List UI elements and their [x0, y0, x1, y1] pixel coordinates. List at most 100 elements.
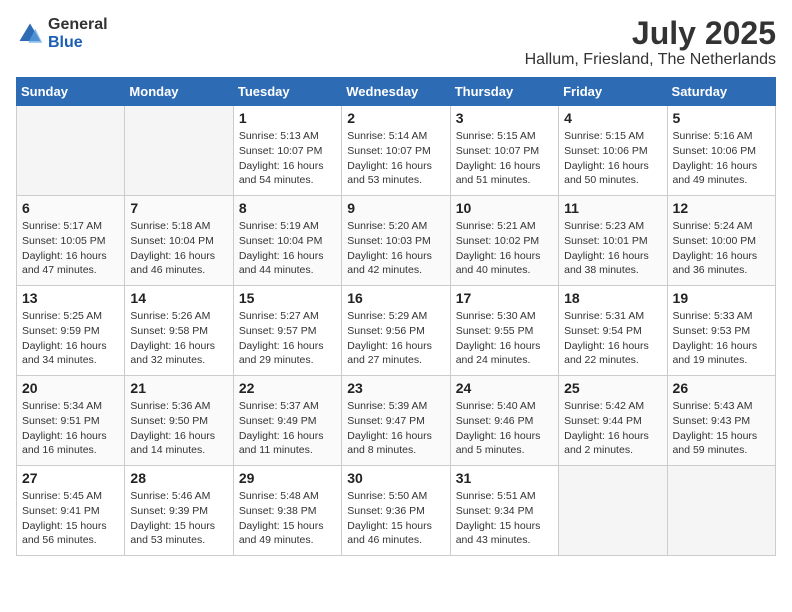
day-number: 13	[22, 290, 119, 306]
day-number: 10	[456, 200, 553, 216]
calendar-table: SundayMondayTuesdayWednesdayThursdayFrid…	[16, 77, 776, 556]
weekday-header: Thursday	[450, 78, 558, 106]
calendar-week-row: 20 Sunrise: 5:34 AM Sunset: 9:51 PM Dayli…	[17, 376, 776, 466]
calendar-cell: 20 Sunrise: 5:34 AM Sunset: 9:51 PM Dayli…	[17, 376, 125, 466]
day-number: 6	[22, 200, 119, 216]
day-number: 26	[673, 380, 770, 396]
calendar-cell: 30Sunrise: 5:50 AM Sunset: 9:36 PM Dayli…	[342, 466, 450, 556]
calendar-week-row: 1Sunrise: 5:13 AM Sunset: 10:07 PM Dayli…	[17, 106, 776, 196]
day-info: Sunrise: 5:25 AM Sunset: 9:59 PM Dayligh…	[22, 309, 119, 368]
logo: General Blue	[16, 16, 108, 51]
day-number: 2	[347, 110, 444, 126]
day-number: 21	[130, 380, 227, 396]
logo-icon	[16, 20, 44, 48]
calendar-cell: 25 Sunrise: 5:42 AM Sunset: 9:44 PM Dayli…	[559, 376, 667, 466]
calendar-cell: 29Sunrise: 5:48 AM Sunset: 9:38 PM Dayli…	[233, 466, 341, 556]
calendar-cell	[17, 106, 125, 196]
month-title: July 2025	[525, 16, 776, 51]
weekday-header: Tuesday	[233, 78, 341, 106]
calendar-cell: 16 Sunrise: 5:29 AM Sunset: 9:56 PM Dayli…	[342, 286, 450, 376]
day-number: 28	[130, 470, 227, 486]
day-info: Sunrise: 5:17 AM Sunset: 10:05 PM Daylig…	[22, 219, 119, 278]
day-number: 16	[347, 290, 444, 306]
day-number: 7	[130, 200, 227, 216]
day-info: Sunrise: 5:51 AM Sunset: 9:34 PM Dayligh…	[456, 489, 553, 548]
calendar-cell: 13 Sunrise: 5:25 AM Sunset: 9:59 PM Dayli…	[17, 286, 125, 376]
day-number: 20	[22, 380, 119, 396]
calendar-cell: 21 Sunrise: 5:36 AM Sunset: 9:50 PM Dayli…	[125, 376, 233, 466]
calendar-cell: 3 Sunrise: 5:15 AM Sunset: 10:07 PM Dayli…	[450, 106, 558, 196]
page-header: General Blue July 2025 Hallum, Friesland…	[16, 16, 776, 69]
day-info: Sunrise: 5:45 AM Sunset: 9:41 PM Dayligh…	[22, 489, 119, 548]
day-info: Sunrise: 5:29 AM Sunset: 9:56 PM Dayligh…	[347, 309, 444, 368]
calendar-cell: 17 Sunrise: 5:30 AM Sunset: 9:55 PM Dayli…	[450, 286, 558, 376]
day-info: Sunrise: 5:23 AM Sunset: 10:01 PM Daylig…	[564, 219, 661, 278]
calendar-cell: 27Sunrise: 5:45 AM Sunset: 9:41 PM Dayli…	[17, 466, 125, 556]
weekday-header: Saturday	[667, 78, 775, 106]
calendar-cell: 26 Sunrise: 5:43 AM Sunset: 9:43 PM Dayli…	[667, 376, 775, 466]
day-number: 4	[564, 110, 661, 126]
calendar-cell: 5 Sunrise: 5:16 AM Sunset: 10:06 PM Dayli…	[667, 106, 775, 196]
day-info: Sunrise: 5:40 AM Sunset: 9:46 PM Dayligh…	[456, 399, 553, 458]
calendar-cell: 6 Sunrise: 5:17 AM Sunset: 10:05 PM Dayli…	[17, 196, 125, 286]
day-info: Sunrise: 5:30 AM Sunset: 9:55 PM Dayligh…	[456, 309, 553, 368]
calendar-cell: 7 Sunrise: 5:18 AM Sunset: 10:04 PM Dayli…	[125, 196, 233, 286]
weekday-header: Wednesday	[342, 78, 450, 106]
calendar-cell: 10 Sunrise: 5:21 AM Sunset: 10:02 PM Dayl…	[450, 196, 558, 286]
calendar-cell: 9 Sunrise: 5:20 AM Sunset: 10:03 PM Dayli…	[342, 196, 450, 286]
day-info: Sunrise: 5:39 AM Sunset: 9:47 PM Dayligh…	[347, 399, 444, 458]
calendar-cell: 22Sunrise: 5:37 AM Sunset: 9:49 PM Dayli…	[233, 376, 341, 466]
day-info: Sunrise: 5:14 AM Sunset: 10:07 PM Daylig…	[347, 129, 444, 188]
day-info: Sunrise: 5:33 AM Sunset: 9:53 PM Dayligh…	[673, 309, 770, 368]
day-info: Sunrise: 5:43 AM Sunset: 9:43 PM Dayligh…	[673, 399, 770, 458]
day-number: 14	[130, 290, 227, 306]
day-number: 19	[673, 290, 770, 306]
day-info: Sunrise: 5:42 AM Sunset: 9:44 PM Dayligh…	[564, 399, 661, 458]
day-number: 5	[673, 110, 770, 126]
title-section: July 2025 Hallum, Friesland, The Netherl…	[525, 16, 776, 69]
calendar-cell	[125, 106, 233, 196]
calendar-cell: 31 Sunrise: 5:51 AM Sunset: 9:34 PM Dayli…	[450, 466, 558, 556]
calendar-cell: 11 Sunrise: 5:23 AM Sunset: 10:01 PM Dayl…	[559, 196, 667, 286]
day-info: Sunrise: 5:36 AM Sunset: 9:50 PM Dayligh…	[130, 399, 227, 458]
calendar-cell: 24Sunrise: 5:40 AM Sunset: 9:46 PM Dayli…	[450, 376, 558, 466]
day-number: 30	[347, 470, 444, 486]
day-info: Sunrise: 5:27 AM Sunset: 9:57 PM Dayligh…	[239, 309, 336, 368]
calendar-week-row: 6 Sunrise: 5:17 AM Sunset: 10:05 PM Dayli…	[17, 196, 776, 286]
calendar-cell: 4 Sunrise: 5:15 AM Sunset: 10:06 PM Dayli…	[559, 106, 667, 196]
calendar-cell: 12Sunrise: 5:24 AM Sunset: 10:00 PM Dayl…	[667, 196, 775, 286]
day-number: 8	[239, 200, 336, 216]
day-number: 12	[673, 200, 770, 216]
day-info: Sunrise: 5:16 AM Sunset: 10:06 PM Daylig…	[673, 129, 770, 188]
day-number: 9	[347, 200, 444, 216]
calendar-cell: 19 Sunrise: 5:33 AM Sunset: 9:53 PM Dayli…	[667, 286, 775, 376]
day-info: Sunrise: 5:48 AM Sunset: 9:38 PM Dayligh…	[239, 489, 336, 548]
logo-text: General Blue	[48, 16, 108, 51]
day-info: Sunrise: 5:34 AM Sunset: 9:51 PM Dayligh…	[22, 399, 119, 458]
calendar-cell: 8 Sunrise: 5:19 AM Sunset: 10:04 PM Dayli…	[233, 196, 341, 286]
location-title: Hallum, Friesland, The Netherlands	[525, 51, 776, 69]
calendar-cell	[559, 466, 667, 556]
logo-general: General	[48, 16, 108, 34]
day-number: 11	[564, 200, 661, 216]
day-info: Sunrise: 5:19 AM Sunset: 10:04 PM Daylig…	[239, 219, 336, 278]
day-info: Sunrise: 5:15 AM Sunset: 10:07 PM Daylig…	[456, 129, 553, 188]
weekday-header: Monday	[125, 78, 233, 106]
calendar-cell: 18Sunrise: 5:31 AM Sunset: 9:54 PM Dayli…	[559, 286, 667, 376]
day-info: Sunrise: 5:21 AM Sunset: 10:02 PM Daylig…	[456, 219, 553, 278]
day-number: 17	[456, 290, 553, 306]
day-info: Sunrise: 5:15 AM Sunset: 10:06 PM Daylig…	[564, 129, 661, 188]
day-number: 25	[564, 380, 661, 396]
day-number: 15	[239, 290, 336, 306]
calendar-cell: 14Sunrise: 5:26 AM Sunset: 9:58 PM Dayli…	[125, 286, 233, 376]
day-info: Sunrise: 5:46 AM Sunset: 9:39 PM Dayligh…	[130, 489, 227, 548]
day-number: 23	[347, 380, 444, 396]
weekday-header: Friday	[559, 78, 667, 106]
day-number: 18	[564, 290, 661, 306]
day-info: Sunrise: 5:20 AM Sunset: 10:03 PM Daylig…	[347, 219, 444, 278]
day-number: 31	[456, 470, 553, 486]
weekday-header-row: SundayMondayTuesdayWednesdayThursdayFrid…	[17, 78, 776, 106]
calendar-cell: 15 Sunrise: 5:27 AM Sunset: 9:57 PM Dayli…	[233, 286, 341, 376]
day-info: Sunrise: 5:18 AM Sunset: 10:04 PM Daylig…	[130, 219, 227, 278]
day-number: 3	[456, 110, 553, 126]
